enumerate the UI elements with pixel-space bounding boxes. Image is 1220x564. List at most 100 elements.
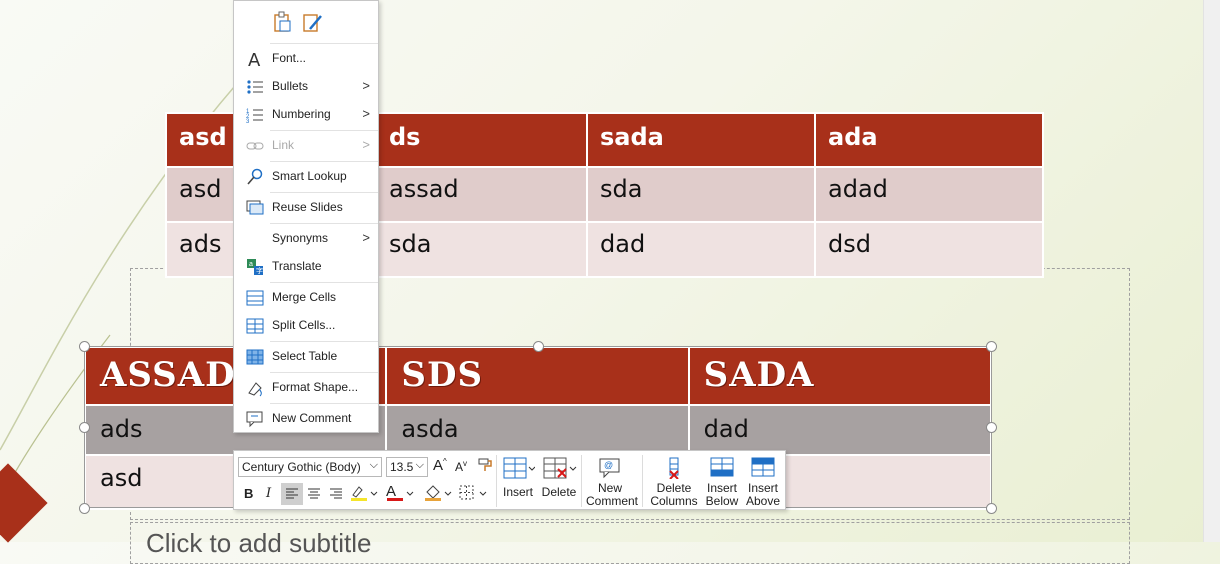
font-icon: A bbox=[246, 50, 264, 71]
svg-text:A: A bbox=[248, 50, 261, 68]
resize-handle[interactable] bbox=[79, 422, 90, 433]
context-menu: A Font... Bullets > 123 Numbering > Link… bbox=[233, 0, 379, 433]
svg-text:@: @ bbox=[604, 460, 613, 470]
numbering-icon: 123 bbox=[246, 106, 264, 125]
split-cells-icon bbox=[246, 317, 264, 335]
reuse-slides-icon bbox=[246, 199, 264, 217]
highlight-color-button[interactable] bbox=[350, 484, 378, 505]
submenu-arrow-icon: > bbox=[362, 137, 370, 152]
format-shape-icon bbox=[246, 379, 264, 397]
insert-above-button[interactable]: Insert Above bbox=[743, 455, 783, 508]
shrink-font-button[interactable]: Av bbox=[455, 459, 467, 474]
table-cell[interactable]: assad bbox=[375, 166, 588, 223]
svg-text:a: a bbox=[249, 261, 253, 268]
font-name-value: Century Gothic (Body) bbox=[242, 460, 361, 474]
delete-button[interactable]: Delete bbox=[540, 455, 578, 499]
menu-item-numbering[interactable]: 123 Numbering > bbox=[234, 102, 378, 128]
insert-below-button[interactable]: Insert Below bbox=[702, 455, 742, 508]
table-cell[interactable]: ds bbox=[375, 112, 588, 168]
submenu-arrow-icon: > bbox=[362, 106, 370, 121]
menu-item-merge-cells[interactable]: Merge Cells bbox=[234, 285, 378, 311]
font-name-combo[interactable]: Century Gothic (Body) ⌵ bbox=[238, 457, 382, 477]
menu-item-synonyms[interactable]: Synonyms > bbox=[234, 226, 378, 252]
table-cell[interactable]: adad bbox=[814, 166, 1044, 223]
new-comment-icon: @ bbox=[599, 458, 620, 479]
menu-item-label: Link bbox=[272, 138, 295, 152]
menu-item-label: Numbering bbox=[272, 107, 331, 121]
table-cell[interactable]: dad bbox=[586, 221, 816, 278]
align-right-button[interactable] bbox=[328, 486, 344, 505]
delete-columns-button[interactable]: Delete Columns bbox=[648, 455, 700, 508]
paste-special-icon[interactable] bbox=[302, 11, 324, 33]
mini-toolbar: Century Gothic (Body) ⌵ 13.5 ⌵ A^ Av B I… bbox=[233, 450, 786, 510]
menu-item-format-shape[interactable]: Format Shape... bbox=[234, 375, 378, 401]
table-cell[interactable]: dsd bbox=[814, 221, 1044, 278]
borders-button[interactable] bbox=[458, 484, 488, 505]
resize-handle[interactable] bbox=[986, 503, 997, 514]
font-size-value: 13.5 bbox=[390, 460, 414, 474]
menu-item-label: Translate bbox=[272, 259, 322, 273]
menu-item-select-table[interactable]: Select Table bbox=[234, 344, 378, 370]
link-icon bbox=[246, 137, 264, 155]
resize-handle[interactable] bbox=[79, 503, 90, 514]
delete-columns-label: Delete Columns bbox=[650, 481, 698, 508]
insert-below-icon bbox=[710, 457, 734, 477]
menu-item-split-cells[interactable]: Split Cells... bbox=[234, 313, 378, 339]
chevron-down-icon: ⌵ bbox=[369, 459, 378, 471]
smart-lookup-icon bbox=[246, 168, 264, 186]
grow-font-button[interactable]: A^ bbox=[433, 457, 447, 474]
resize-handle[interactable] bbox=[79, 341, 90, 352]
svg-text:3: 3 bbox=[246, 119, 250, 124]
menu-item-label: Reuse Slides bbox=[272, 200, 343, 214]
menu-item-smart-lookup[interactable]: Smart Lookup bbox=[234, 164, 378, 190]
menu-item-font[interactable]: A Font... bbox=[234, 46, 378, 72]
insert-label: Insert bbox=[502, 485, 533, 499]
new-comment-label: New Comment bbox=[586, 481, 639, 508]
select-table-icon bbox=[246, 348, 264, 366]
insert-above-icon bbox=[751, 457, 775, 477]
italic-button[interactable]: I bbox=[266, 486, 271, 501]
menu-item-translate[interactable]: a字 Translate bbox=[234, 254, 378, 280]
translate-icon: a字 bbox=[246, 258, 264, 276]
menu-item-reuse-slides[interactable]: Reuse Slides bbox=[234, 195, 378, 221]
align-left-button[interactable] bbox=[281, 483, 303, 505]
chevron-down-icon: ⌵ bbox=[415, 459, 424, 471]
menu-item-label: Format Shape... bbox=[272, 380, 359, 394]
table-cell[interactable]: sda bbox=[375, 221, 588, 278]
menu-item-link: Link > bbox=[234, 133, 378, 159]
paste-icon[interactable] bbox=[272, 11, 292, 33]
submenu-arrow-icon: > bbox=[362, 78, 370, 93]
menu-item-label: Smart Lookup bbox=[272, 169, 347, 183]
delete-columns-icon bbox=[669, 457, 679, 480]
table-cell[interactable]: sda bbox=[586, 166, 816, 223]
shape-fill-button[interactable] bbox=[424, 484, 452, 505]
menu-item-bullets[interactable]: Bullets > bbox=[234, 74, 378, 100]
vertical-scrollbar[interactable] bbox=[1203, 0, 1220, 542]
insert-above-label: Insert Above bbox=[745, 481, 781, 508]
menu-item-label: Merge Cells bbox=[272, 290, 337, 304]
table-cell[interactable]: ada bbox=[814, 112, 1044, 168]
format-painter-icon[interactable] bbox=[477, 457, 493, 476]
submenu-arrow-icon: > bbox=[362, 230, 370, 245]
resize-handle[interactable] bbox=[533, 341, 544, 352]
font-color-button[interactable]: A bbox=[386, 483, 414, 501]
resize-handle[interactable] bbox=[986, 341, 997, 352]
bold-button[interactable]: B bbox=[244, 486, 253, 501]
align-center-button[interactable] bbox=[306, 486, 322, 505]
svg-text:字: 字 bbox=[256, 266, 263, 275]
shrink-font-label: A bbox=[455, 460, 464, 474]
menu-item-label: Font... bbox=[272, 51, 307, 65]
new-comment-button[interactable]: @ New Comment bbox=[584, 455, 639, 508]
subtitle-placeholder[interactable]: Click to add subtitle bbox=[146, 528, 371, 559]
new-comment-icon bbox=[246, 410, 264, 428]
menu-item-label: Select Table bbox=[272, 349, 338, 363]
table-cell[interactable]: sada bbox=[586, 112, 816, 168]
menu-item-new-comment[interactable]: New Comment bbox=[234, 406, 378, 432]
menu-item-label: New Comment bbox=[272, 411, 352, 425]
resize-handle[interactable] bbox=[986, 422, 997, 433]
insert-table-icon bbox=[503, 457, 536, 479]
font-size-combo[interactable]: 13.5 ⌵ bbox=[386, 457, 428, 477]
grow-font-label: A bbox=[433, 457, 444, 474]
bullets-icon bbox=[246, 78, 264, 96]
insert-button[interactable]: Insert bbox=[500, 455, 536, 499]
